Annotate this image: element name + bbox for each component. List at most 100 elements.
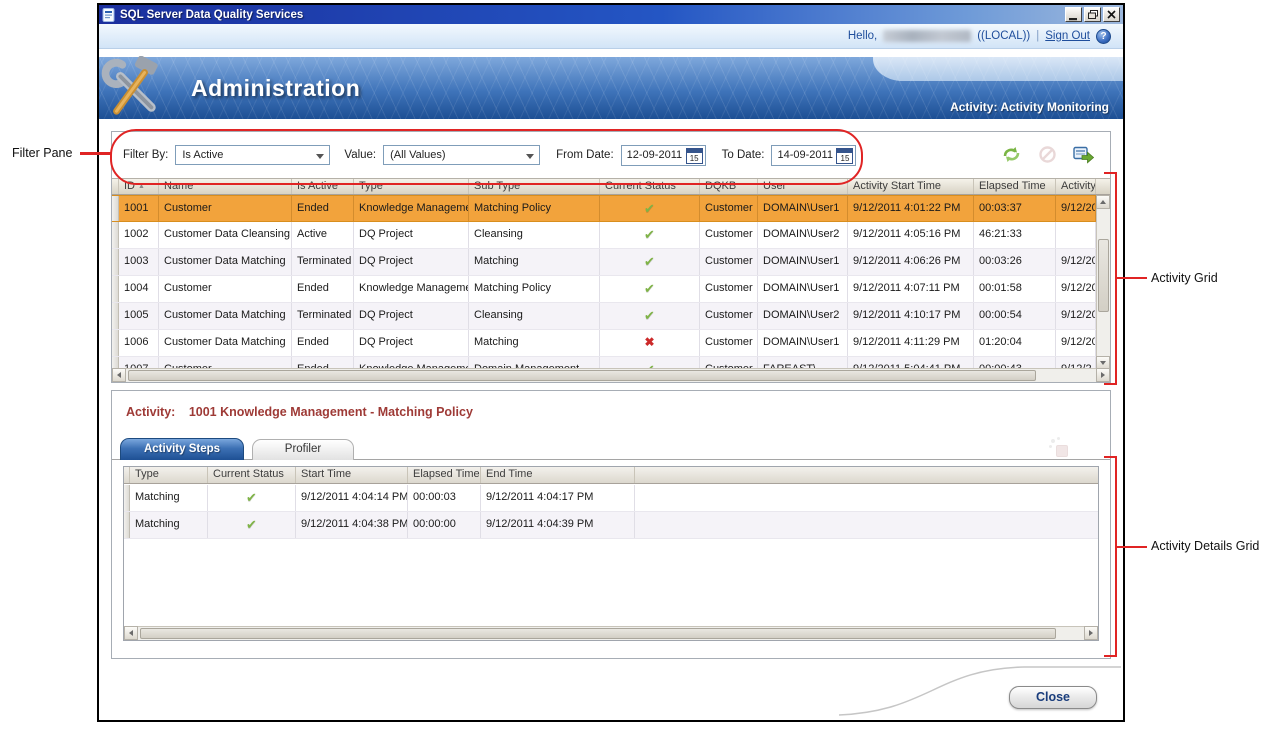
horizontal-scroll-thumb[interactable] — [128, 370, 1036, 381]
table-row[interactable]: 1004CustomerEndedKnowledge ManagementMat… — [112, 276, 1096, 303]
cell-elapsed: 00:01:58 — [974, 276, 1056, 302]
close-window-button[interactable] — [1103, 7, 1120, 22]
column-header-end[interactable]: Activity — [1056, 179, 1096, 194]
cell-dqkb: Customer — [700, 276, 758, 302]
cell-end: 9/12/20 — [1056, 330, 1096, 356]
cell-dqkb: Customer — [700, 330, 758, 356]
activity-details-grid: TypeCurrent StatusStart TimeElapsed Time… — [123, 466, 1099, 641]
sign-out-link[interactable]: Sign Out — [1045, 30, 1090, 42]
screenshot-canvas: SQL Server Data Quality Services Hello, — [0, 0, 1265, 730]
cell-id: 1004 — [119, 276, 159, 302]
column-header-end[interactable]: End Time — [481, 467, 635, 483]
annotation-details-grid-label: Activity Details Grid — [1151, 539, 1259, 553]
row-indicator — [112, 303, 119, 329]
minimize-button[interactable] — [1065, 7, 1082, 22]
column-header-start[interactable]: Activity Start Time — [848, 179, 974, 194]
cell-status: ✔ — [600, 276, 700, 302]
cell-type: DQ Project — [354, 222, 469, 248]
column-header-id[interactable]: ID▲ — [119, 179, 159, 194]
details-title: Activity: 1001 Knowledge Management - Ma… — [126, 405, 473, 419]
cell-id: 1001 — [119, 196, 159, 221]
cell-end: 9/12/20 — [1056, 196, 1096, 221]
cell-user: DOMAIN\User1 — [758, 249, 848, 275]
column-header-user[interactable]: User — [758, 179, 848, 194]
filter-by-label: Filter By: — [123, 149, 168, 161]
cell-start: 9/12/2011 4:04:38 PM — [296, 512, 408, 538]
column-header-sub_type[interactable]: Sub Type — [469, 179, 600, 194]
column-header-type[interactable]: Type — [130, 467, 208, 483]
cell-user: DOMAIN\User2 — [758, 303, 848, 329]
export-icon[interactable] — [1073, 145, 1094, 164]
cell-type: Matching — [130, 485, 208, 511]
cell-start: 9/12/2011 4:10:17 PM — [848, 303, 974, 329]
table-row[interactable]: 1001CustomerEndedKnowledge ManagementMat… — [112, 195, 1096, 222]
calendar-header — [687, 149, 702, 153]
table-row[interactable]: Matching✔9/12/2011 4:04:14 PM00:00:039/1… — [124, 485, 1098, 512]
restore-button[interactable] — [1084, 7, 1101, 22]
cell-status: ✔ — [208, 512, 296, 538]
cell-sub_type: Matching Policy — [469, 276, 600, 302]
tab-activity-steps[interactable]: Activity Steps — [120, 438, 244, 460]
calendar-icon[interactable]: 15 — [686, 148, 703, 164]
separator: | — [1036, 30, 1039, 42]
cell-type: Matching — [130, 512, 208, 538]
filter-by-value: Is Active — [182, 149, 223, 161]
cell-end: 9/12/20 — [1056, 249, 1096, 275]
window-title: SQL Server Data Quality Services — [120, 9, 1063, 21]
column-header-is_active[interactable]: Is Active — [292, 179, 354, 194]
refresh-icon[interactable] — [1001, 145, 1022, 164]
cell-start: 9/12/2011 4:04:14 PM — [296, 485, 408, 511]
cell-start: 9/12/2011 4:07:11 PM — [848, 276, 974, 302]
cell-status: ✔ — [600, 196, 700, 221]
close-button[interactable]: Close — [1009, 686, 1097, 709]
column-header-start[interactable]: Start Time — [296, 467, 408, 483]
table-row[interactable]: Matching✔9/12/2011 4:04:38 PM00:00:009/1… — [124, 512, 1098, 539]
cell-user: DOMAIN\User1 — [758, 276, 848, 302]
scroll-right-button[interactable] — [1084, 626, 1098, 640]
value-dropdown[interactable]: (All Values) — [383, 145, 540, 165]
calendar-icon[interactable]: 15 — [836, 148, 853, 164]
table-row[interactable]: 1006Customer Data MatchingEndedDQ Projec… — [112, 330, 1096, 357]
table-row[interactable]: 1005Customer Data MatchingTerminatedDQ P… — [112, 303, 1096, 330]
table-row[interactable]: 1003Customer Data MatchingTerminatedDQ P… — [112, 249, 1096, 276]
table-row[interactable]: 1002Customer Data CleansingActiveDQ Proj… — [112, 222, 1096, 249]
cell-is_active: Ended — [292, 196, 354, 221]
cell-elapsed: 00:00:03 — [408, 485, 481, 511]
cell-is_active: Ended — [292, 330, 354, 356]
scroll-left-button[interactable] — [112, 368, 126, 382]
row-filler — [635, 512, 1098, 538]
column-header-name[interactable]: Name — [159, 179, 292, 194]
cell-type: Knowledge Management — [354, 196, 469, 221]
page-title: Administration — [191, 75, 360, 102]
status-ok-icon: ✔ — [246, 517, 257, 532]
details-horizontal-scrollbar[interactable] — [124, 626, 1098, 640]
column-header-type[interactable]: Type — [354, 179, 469, 194]
column-header-status[interactable]: Current Status — [600, 179, 700, 194]
cell-end: 9/12/20 — [1056, 303, 1096, 329]
details-title-label: Activity: — [126, 405, 175, 419]
from-date-input[interactable]: 12-09-2011 15 — [621, 145, 706, 166]
cell-name: Customer Data Cleansing — [159, 222, 292, 248]
filter-by-dropdown[interactable]: Is Active — [175, 145, 330, 165]
column-header-elapsed[interactable]: Elapsed Time — [408, 467, 481, 483]
user-bar: Hello, ((LOCAL)) | Sign Out ? — [99, 24, 1123, 49]
cell-status: ✔ — [600, 303, 700, 329]
breadcrumb: Activity: Activity Monitoring — [950, 100, 1109, 114]
tab-profiler[interactable]: Profiler — [252, 439, 354, 460]
cell-start: 9/12/2011 4:01:22 PM — [848, 196, 974, 221]
scroll-left-button[interactable] — [124, 626, 138, 640]
row-indicator — [112, 196, 119, 221]
details-horizontal-scroll-thumb[interactable] — [140, 628, 1056, 639]
column-header-status[interactable]: Current Status — [208, 467, 296, 483]
cell-id: 1002 — [119, 222, 159, 248]
horizontal-scrollbar[interactable] — [112, 368, 1110, 382]
cell-id: 1003 — [119, 249, 159, 275]
cell-user: DOMAIN\User1 — [758, 196, 848, 221]
terminate-disabled-icon[interactable] — [1037, 145, 1058, 164]
to-date-input[interactable]: 14-09-2011 15 — [771, 145, 856, 166]
column-header-elapsed[interactable]: Elapsed Time — [974, 179, 1056, 194]
column-header-dqkb[interactable]: DQKB — [700, 179, 758, 194]
activity-grid: 1001CustomerEndedKnowledge ManagementMat… — [112, 195, 1096, 370]
calendar-header — [837, 149, 852, 153]
help-icon[interactable]: ? — [1096, 29, 1111, 44]
